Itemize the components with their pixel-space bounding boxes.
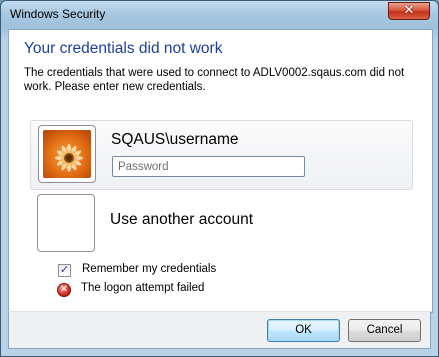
error-message: The logon attempt failed (81, 282, 205, 294)
credential-tile-other-account[interactable]: Use another account (30, 191, 413, 253)
title-bar[interactable]: Windows Security ✕ (1, 1, 438, 29)
error-glyph: ✕ (59, 284, 69, 295)
remember-credentials-label[interactable]: Remember my credentials (82, 263, 216, 275)
credentials-dialog: Windows Security ✕ Your credentials did … (0, 0, 439, 357)
close-button[interactable]: ✕ (388, 2, 430, 20)
flower-avatar-icon (43, 130, 91, 178)
close-icon: ✕ (403, 3, 415, 18)
use-another-account-label: Use another account (110, 211, 254, 228)
remember-credentials-checkbox[interactable]: ✓ (58, 263, 71, 277)
avatar (38, 125, 96, 183)
button-bar: OK Cancel (8, 311, 431, 349)
password-field[interactable] (112, 156, 305, 177)
username-label: SQAUS\username (111, 131, 239, 148)
dialog-message: The credentials that were used to connec… (24, 67, 405, 93)
error-icon: ✕ (57, 283, 71, 297)
dialog-content: Your credentials did not work The creden… (8, 29, 433, 313)
cancel-button[interactable]: Cancel (348, 319, 421, 342)
window-title: Windows Security (10, 7, 106, 21)
checkmark-icon: ✓ (59, 263, 70, 276)
ok-button[interactable]: OK (267, 319, 340, 342)
dialog-heading: Your credentials did not work (24, 40, 223, 57)
blank-avatar-icon (37, 194, 95, 252)
credential-tile-selected[interactable]: SQAUS\username (30, 120, 413, 190)
